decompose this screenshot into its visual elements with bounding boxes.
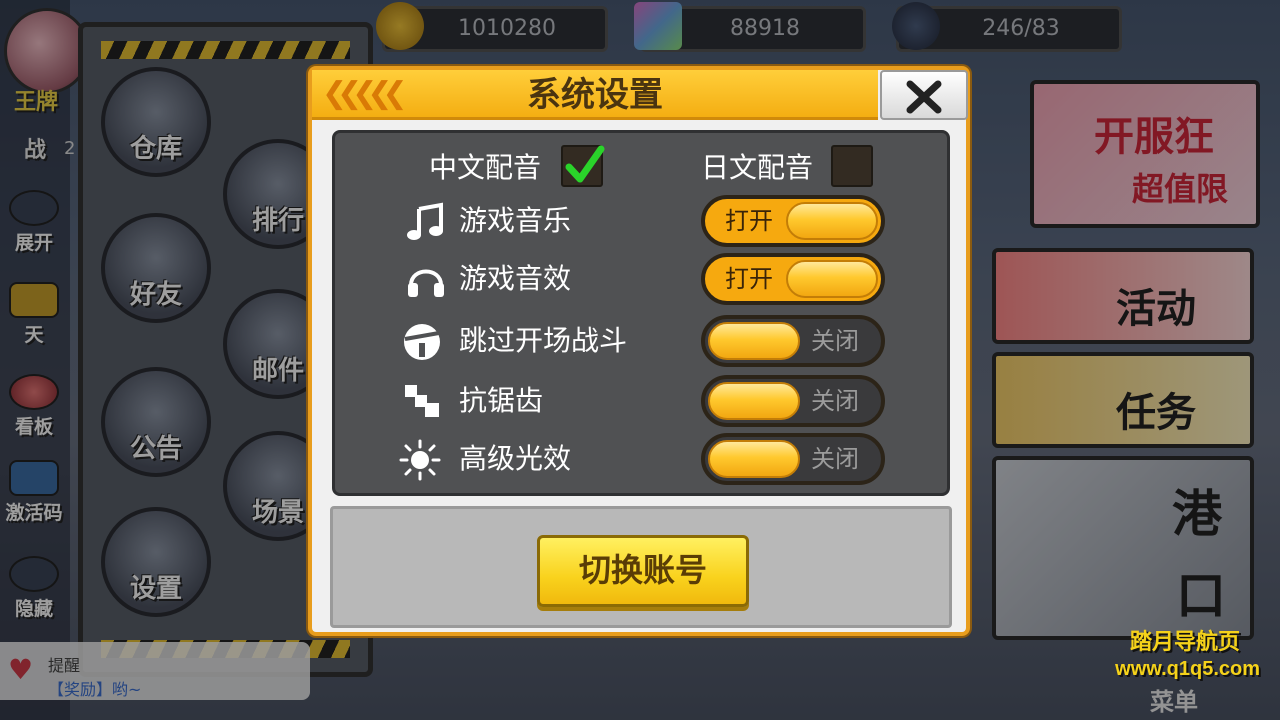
toggle-state-label: 关闭: [811, 327, 859, 355]
sun-icon: [399, 439, 441, 481]
setting-row-antialias: 抗锯齿 关闭: [335, 375, 945, 427]
setting-label: 游戏音效: [459, 262, 572, 295]
account-panel: 切换账号: [330, 506, 952, 628]
dialog-title: 系统设置: [527, 75, 663, 115]
settings-panel: 中文配音 日文配音 游戏音乐 打开 游戏音效 打开 跳过开场战斗 关闭 抗锯齿 …: [332, 130, 950, 496]
antialias-toggle[interactable]: 关闭: [701, 375, 885, 427]
toggle-state-label: 打开: [725, 265, 773, 293]
toggle-state-label: 打开: [725, 207, 773, 235]
headphones-icon: [408, 269, 444, 297]
sfx-toggle[interactable]: 打开: [701, 253, 885, 305]
close-icon: [906, 80, 942, 114]
settings-dialog: ❮❮❮❮❮ 系统设置 中文配音 日文配音 游戏音乐 打开 游戏音效 打开 跳过开…: [308, 66, 970, 636]
setting-row-sfx: 游戏音效 打开: [335, 253, 945, 305]
toggle-knob: [708, 382, 800, 420]
setting-label: 游戏音乐: [459, 204, 572, 237]
chinese-voice-label: 中文配音: [429, 151, 542, 184]
setting-label: 高级光效: [459, 442, 572, 475]
dialog-header: ❮❮❮❮❮ 系统设置: [312, 70, 878, 120]
setting-row-light-fx: 高级光效 关闭: [335, 433, 945, 485]
watermark-url: www.q1q5.com: [1115, 658, 1260, 680]
japanese-voice-checkbox[interactable]: [831, 145, 873, 187]
setting-label: 跳过开场战斗: [459, 324, 628, 357]
music-note-icon: [407, 202, 443, 240]
japanese-voice-label: 日文配音: [701, 151, 814, 184]
music-toggle[interactable]: 打开: [701, 195, 885, 247]
toggle-knob: [786, 260, 878, 298]
switch-account-button[interactable]: 切换账号: [537, 535, 749, 607]
close-button[interactable]: [880, 70, 968, 120]
setting-row-skip-battle: 跳过开场战斗 关闭: [335, 315, 945, 367]
toggle-state-label: 关闭: [811, 387, 859, 415]
skip-battle-icon: [404, 324, 440, 360]
light-fx-toggle[interactable]: 关闭: [701, 433, 885, 485]
toggle-knob: [786, 202, 878, 240]
setting-label: 抗锯齿: [459, 384, 544, 417]
toggle-knob: [708, 322, 800, 360]
antialias-icon: [405, 385, 439, 417]
setting-row-music: 游戏音乐 打开: [335, 195, 945, 247]
watermark-site-name: 踏月导航页: [1129, 630, 1240, 655]
toggle-knob: [708, 440, 800, 478]
skip-battle-toggle[interactable]: 关闭: [701, 315, 885, 367]
chinese-voice-checkbox[interactable]: [561, 145, 605, 187]
checkmark-icon: [565, 145, 605, 183]
toggle-state-label: 关闭: [811, 445, 859, 473]
